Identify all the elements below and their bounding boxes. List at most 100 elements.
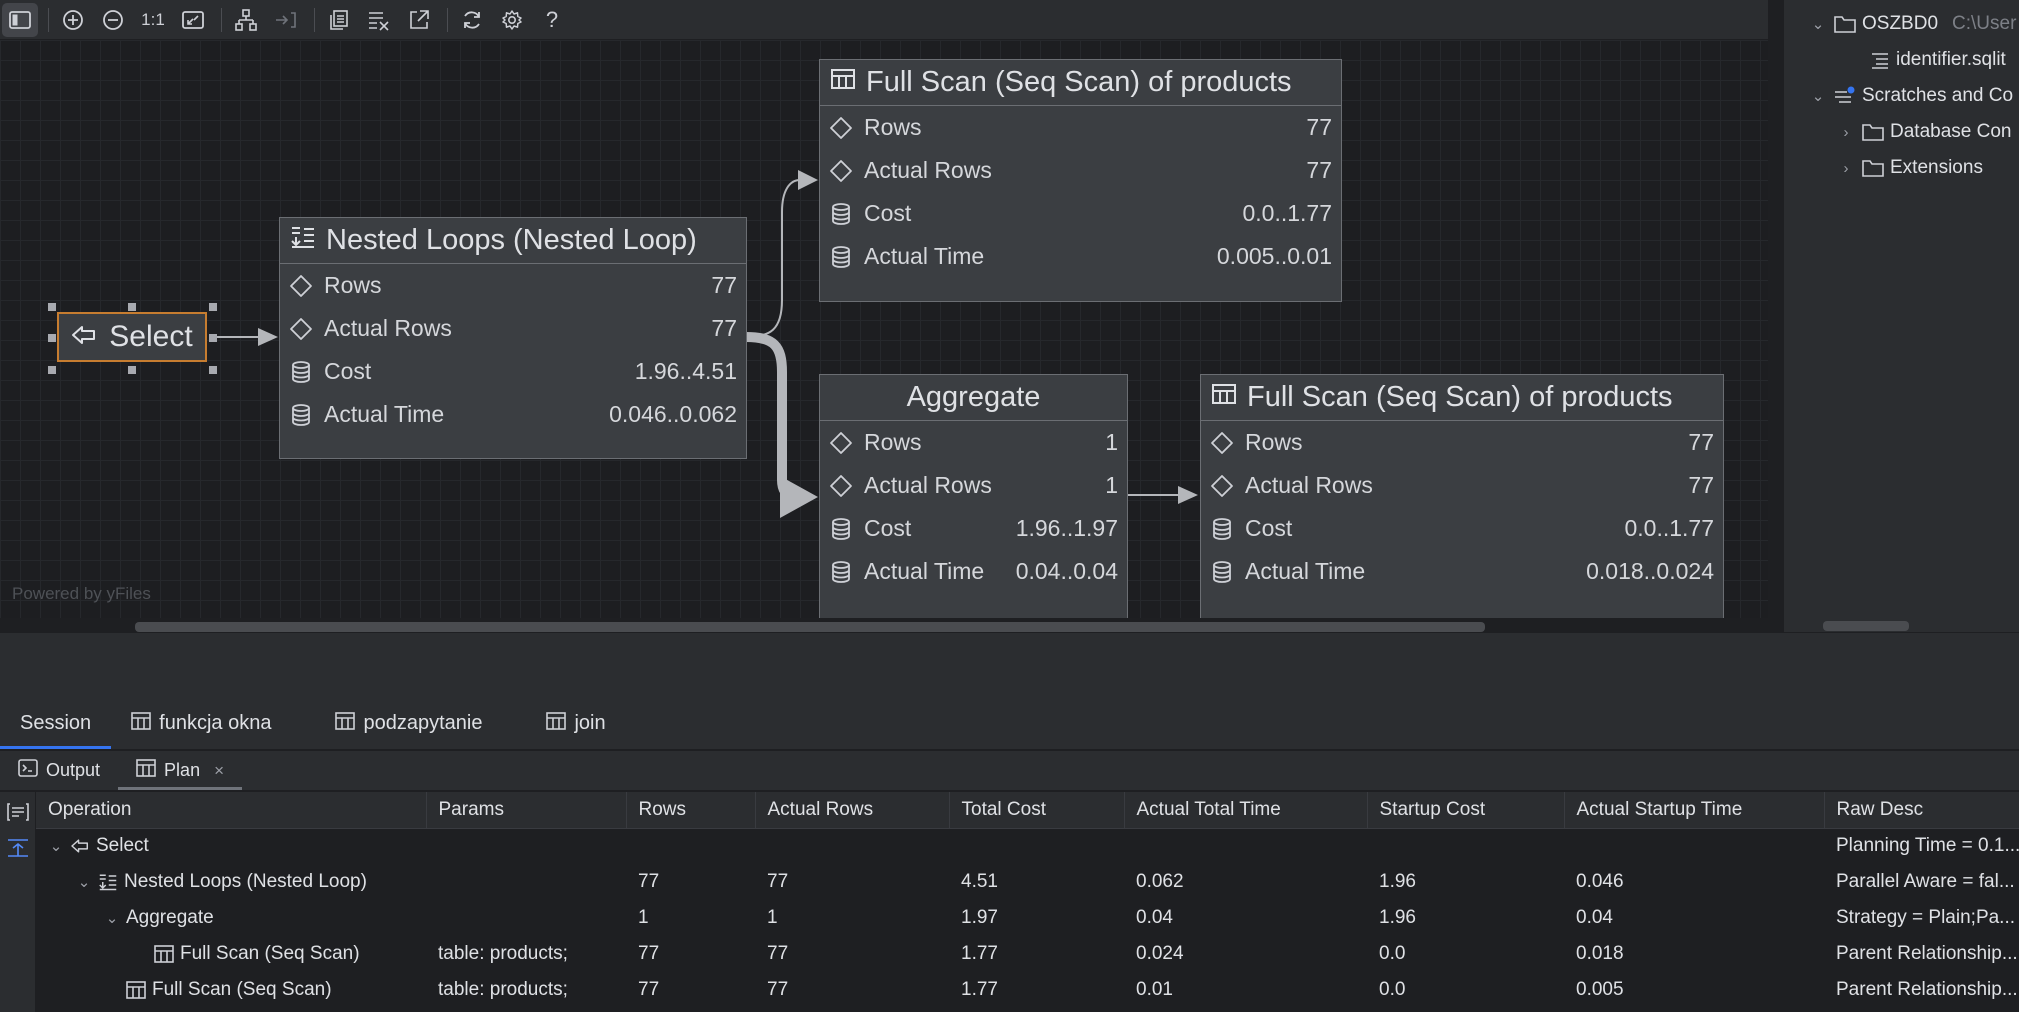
cell-startup-cost: 1.96 [1379,907,1416,928]
node-row-rows: Rows 77 [820,106,1341,149]
column-header-raw-desc[interactable]: Raw Desc [1824,792,2019,829]
splitter-area [0,632,2019,698]
chevron-down-icon[interactable]: ⌄ [76,873,92,891]
database-icon [828,516,854,542]
chevron-right-icon[interactable]: › [1836,160,1856,177]
powered-by-label: Powered by yFiles [12,584,151,603]
cell-total-cost: 1.97 [961,907,998,928]
plan-diagram-canvas[interactable]: Select Nested Loops (Nested Loop) Rows 77… [0,0,1768,632]
aggregate-node[interactable]: Aggregate Rows 1 Actual Rows 1 Cost 1.96..1.9… [819,374,1128,619]
diamond-icon [828,115,854,141]
tree-item-database-consoles[interactable]: › Database Con [1836,115,2012,149]
cell-rows: 77 [638,871,660,892]
select-node-label: Select [109,320,193,353]
help-icon: ? [545,6,559,32]
cell-rows: 77 [638,943,660,964]
column-header-actual-rows[interactable]: Actual Rows [755,792,950,829]
expand-all-button[interactable] [7,838,29,863]
operation-label: Aggregate [126,907,214,928]
export-icon [410,9,429,29]
selection-handle[interactable] [128,366,136,374]
table-icon [154,945,174,963]
project-tree-scrollbar[interactable] [1823,621,1909,631]
table-icon [131,711,151,736]
chevron-down-icon[interactable]: ⌄ [1808,15,1828,33]
tree-item-scratches[interactable]: ⌄ Scratches and Co [1808,79,2013,113]
row-view-button[interactable] [7,802,29,827]
table-icon [1211,381,1237,414]
column-header-operation[interactable]: Operation [36,792,427,829]
table-row[interactable]: ⌄ Select Planning Time = 0.1... [36,828,2019,864]
actual-size-button[interactable]: 1:1 [135,3,171,37]
scan-top-node[interactable]: Full Scan (Seq Scan) of products Rows 77 A… [819,59,1342,302]
selection-handle[interactable] [48,366,56,374]
fit-content-button[interactable] [175,3,211,37]
table-icon [335,711,356,736]
refresh-button[interactable] [454,3,490,37]
node-rows: Rows 77 Actual Rows 77 Cost 1.96..4.51 Actual … [280,264,746,436]
selection-handle[interactable] [48,334,56,342]
chevron-down-icon[interactable]: ⌄ [104,909,120,927]
tab-join[interactable]: join [502,698,625,749]
column-header-actual-startup-time[interactable]: Actual Startup Time [1564,792,1825,829]
chevron-right-icon[interactable]: › [1836,124,1856,141]
tree-item-oszbd0[interactable]: ⌄ OSZBD0 C:\User [1808,7,2017,41]
node-row-label: Actual Rows [864,157,992,183]
tree-item-identifier[interactable]: identifier.sqlit [1864,43,2006,77]
selection-handle[interactable] [209,303,217,311]
tab-label: podzapytanie [363,712,483,734]
tree-item-label: Database Con [1890,121,2012,142]
tab-session[interactable]: Session [0,698,112,749]
column-header-total-cost[interactable]: Total Cost [949,792,1125,829]
select-node[interactable]: Select [57,312,207,362]
folder-icon [1862,159,1884,177]
tree-item-label: identifier.sqlit [1896,49,2006,70]
node-row-label: Cost [864,515,912,541]
chevron-down-icon[interactable]: ⌄ [48,837,64,855]
column-header-rows[interactable]: Rows [626,792,756,829]
column-header-params[interactable]: Params [426,792,627,829]
tab-output[interactable]: Output [0,751,118,790]
tab-funkcja-okna[interactable]: funkcja okna [111,698,291,749]
show-details-button[interactable] [361,3,397,37]
selection-handle[interactable] [209,366,217,374]
column-header-actual-total-time[interactable]: Actual Total Time [1124,792,1368,829]
tree-item-extensions[interactable]: › Extensions [1836,151,1983,185]
selection-handle[interactable] [209,334,217,342]
nested-loop-node[interactable]: Nested Loops (Nested Loop) Rows 77 Actual … [279,217,747,459]
zoom-out-button[interactable] [95,3,131,37]
node-row-rows: Rows 1 [820,421,1127,464]
selection-handle[interactable] [128,303,136,311]
toggle-panel-button[interactable] [2,2,38,37]
node-rows: Rows 77 Actual Rows 77 Cost 0.0..1.77 Actual T… [820,106,1341,278]
copy-button[interactable] [321,3,357,37]
column-header-startup-cost[interactable]: Startup Cost [1367,792,1565,829]
folder-icon [1862,123,1884,141]
plan-table[interactable]: Operation Params Rows Actual Rows Total … [36,792,2019,1012]
cell-operation: Full Scan (Seq Scan) [36,972,426,1008]
cell-actual-rows: 77 [767,871,789,892]
node-row-value: 0.046..0.062 [609,401,737,427]
tab-podzapytanie[interactable]: podzapytanie [291,698,502,749]
table-row[interactable]: Full Scan (Seq Scan) table: products; 77 77… [36,972,2019,1008]
cell-params [426,828,626,864]
help-button[interactable]: ? [534,3,570,37]
canvas-horizontal-scrollbar[interactable] [135,622,1485,632]
settings-button[interactable] [494,3,530,37]
table-row[interactable]: ⌄ Aggregate 1 1 1.97 0.04 1.96 0.04 Strategy = P… [36,900,2019,936]
table-row[interactable]: Full Scan (Seq Scan) table: products; 77 77… [36,936,2019,972]
export-button[interactable] [401,3,437,37]
scan-bottom-node[interactable]: Full Scan (Seq Scan) of products Rows 77 A… [1200,374,1724,619]
layout-button[interactable] [228,3,264,37]
table-row[interactable]: ⌄ Nested Loops (Nested Loop) 77 77 4.51 0.062… [36,864,2019,900]
collapse-button[interactable] [268,3,304,37]
chevron-down-icon[interactable]: ⌄ [1808,87,1828,105]
close-icon[interactable]: × [214,761,224,781]
node-title-bar: Full Scan (Seq Scan) of products [1201,375,1723,421]
selection-handle[interactable] [48,303,56,311]
zoom-in-button[interactable] [55,3,91,37]
hierarchy-layout-icon [235,8,257,31]
tree-item-label: Extensions [1890,157,1983,178]
tab-label: Plan [164,760,201,780]
tab-plan[interactable]: Plan × [118,751,242,790]
